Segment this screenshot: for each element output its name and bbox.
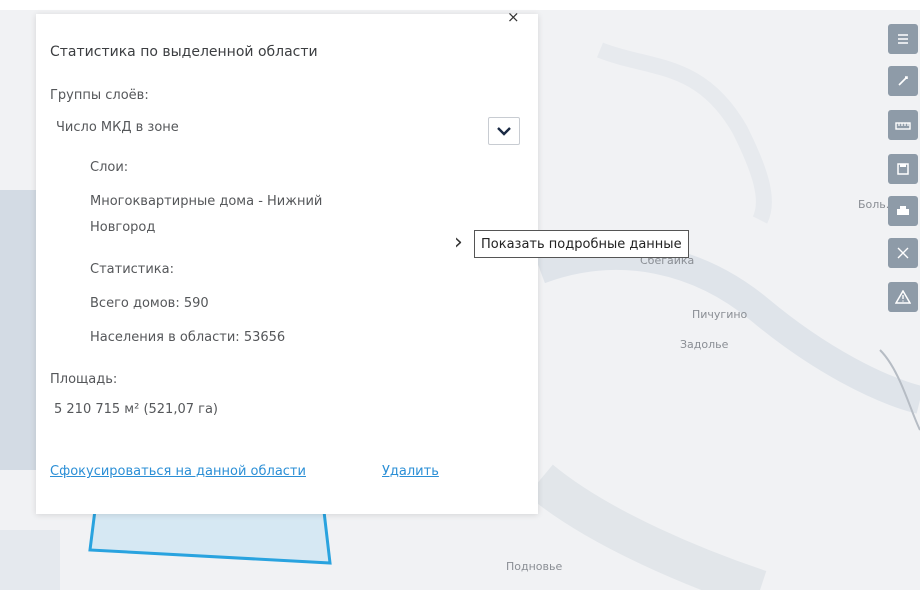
close-icon[interactable]: ×	[507, 10, 520, 25]
population: Населения в области: 53656	[90, 330, 286, 345]
area-label: Площадь:	[50, 372, 118, 387]
map-label: Задолье	[680, 338, 729, 351]
map-label: Подновье	[506, 560, 563, 573]
print-icon[interactable]	[888, 196, 918, 226]
measure-icon[interactable]	[888, 110, 918, 140]
tooltip-text: Показать подробные данные	[481, 236, 682, 252]
details-tooltip: Показать подробные данные	[474, 230, 689, 258]
stats-label: Статистика:	[90, 262, 175, 277]
map-label: Пичугино	[692, 308, 748, 321]
warning-icon[interactable]	[888, 282, 918, 312]
layer-name-line1: Многоквартирные дома - Нижний	[90, 194, 323, 209]
delete-area-link[interactable]: Удалить	[382, 464, 439, 479]
layers-label: Слои:	[90, 160, 129, 175]
focus-area-link[interactable]: Сфокусироваться на данной области	[50, 464, 306, 479]
chevron-right-icon[interactable]: ›	[454, 230, 463, 255]
total-houses: Всего домов: 590	[90, 296, 209, 311]
river-path-lower	[527, 464, 767, 590]
layer-group-select[interactable]: Число МКД в зоне	[56, 120, 179, 135]
layer-groups-label: Группы слоёв:	[50, 88, 149, 103]
chevron-down-icon[interactable]	[488, 117, 520, 145]
select-area-icon[interactable]	[888, 238, 918, 268]
layers-icon[interactable]	[888, 24, 918, 54]
road-path	[597, 42, 772, 224]
panel-title: Статистика по выделенной области	[50, 44, 318, 60]
terrain-bottom-left	[0, 530, 60, 590]
draw-icon[interactable]	[888, 66, 918, 96]
layer-name-line2: Новгород	[90, 220, 156, 235]
save-icon[interactable]	[888, 154, 918, 184]
area-value: 5 210 715 м² (521,07 га)	[54, 402, 219, 417]
statistics-panel: Статистика по выделенной области Группы …	[36, 14, 538, 514]
terrain-left	[0, 190, 36, 470]
river-path	[535, 241, 920, 414]
